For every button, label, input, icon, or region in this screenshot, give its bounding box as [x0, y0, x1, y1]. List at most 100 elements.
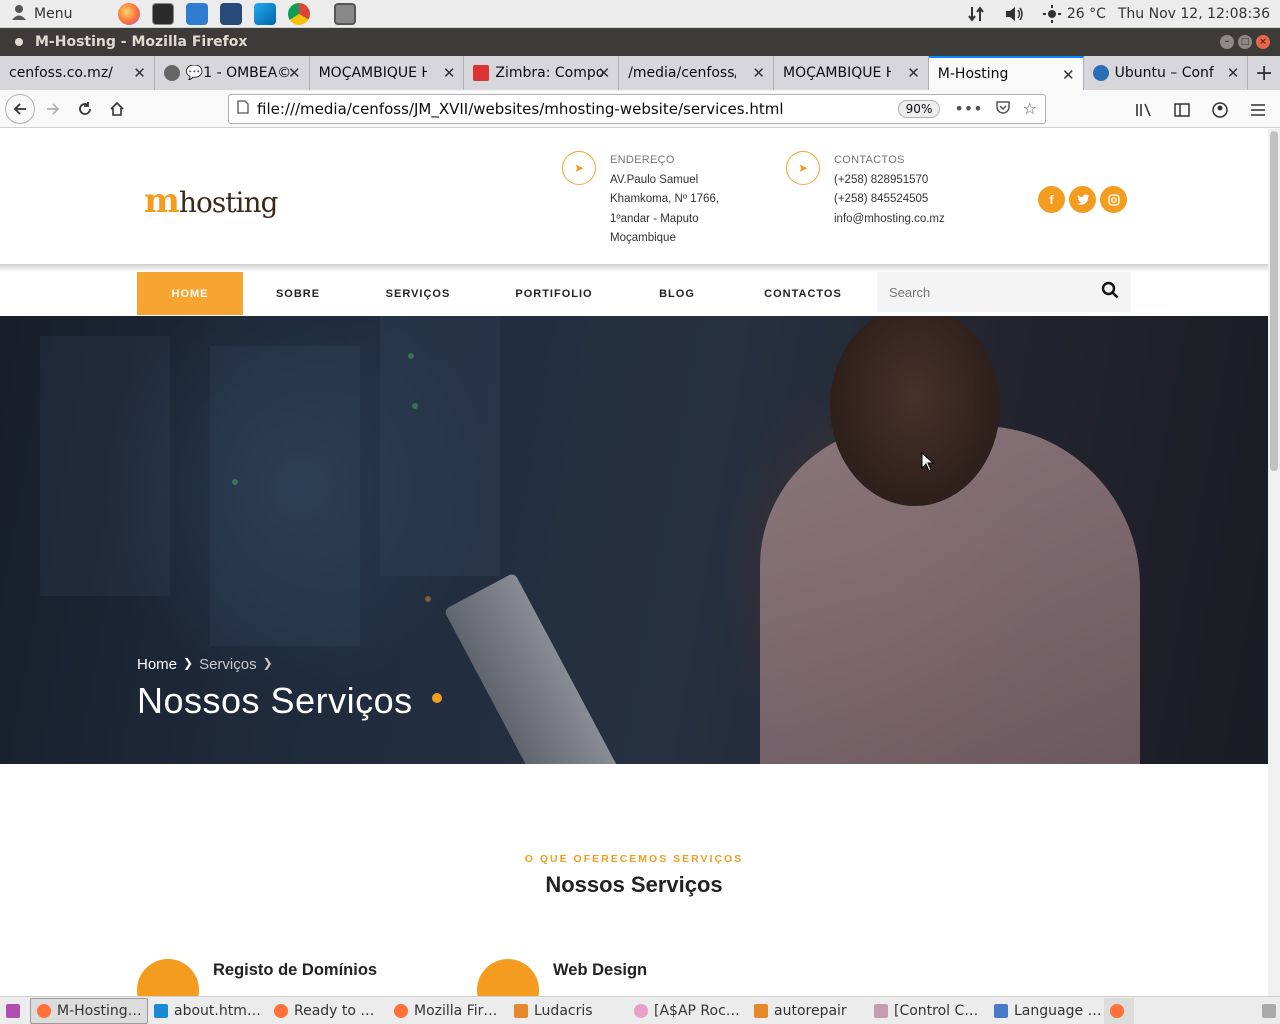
- tab-label: M-Hosting: [937, 66, 1009, 82]
- show-desktop-button[interactable]: [0, 998, 30, 1024]
- tab-ubuntu[interactable]: Ubuntu – Conf ✕: [1084, 56, 1249, 90]
- minimize-button[interactable]: –: [1220, 35, 1234, 49]
- url-text[interactable]: file:///media/cenfoss/JM_XVII/websites/m…: [257, 100, 898, 118]
- url-bar[interactable]: file:///media/cenfoss/JM_XVII/websites/m…: [228, 94, 1046, 124]
- image-editor-launcher[interactable]: [214, 0, 248, 28]
- taskbar-label: autorepair: [774, 1002, 847, 1019]
- home-button[interactable]: [101, 93, 133, 125]
- address-text: ENDEREÇO AV.Paulo Samuel Khamkoma, Nº 17…: [610, 151, 719, 249]
- firefox-icon: [37, 1003, 51, 1018]
- tab-media-folder[interactable]: /media/cenfoss/J ✕: [619, 56, 774, 90]
- nav-sobre[interactable]: SOBRE: [243, 272, 353, 315]
- taskbar-item[interactable]: [A$AP Roc…: [628, 998, 748, 1024]
- page-title: Nossos Serviços: [137, 680, 413, 721]
- tab-close-icon[interactable]: ✕: [443, 64, 456, 82]
- tab-cenfoss[interactable]: cenfoss.co.mz/ ✕: [0, 56, 155, 90]
- taskbar-label: [Control C…: [894, 1002, 979, 1019]
- clock[interactable]: Thu Nov 12, 12:08:36: [1118, 6, 1270, 22]
- terminal-launcher[interactable]: [146, 0, 180, 28]
- os-menu-button[interactable]: Menu: [0, 0, 82, 28]
- tab-label: cenfoss.co.mz/: [9, 65, 113, 81]
- tab-close-icon[interactable]: ✕: [1227, 64, 1240, 82]
- account-icon[interactable]: [1204, 94, 1236, 126]
- nav-portifolio[interactable]: PORTIFOLIO: [483, 272, 625, 315]
- tab-close-icon[interactable]: ✕: [1062, 66, 1075, 84]
- hamburger-menu-icon[interactable]: [1242, 94, 1274, 126]
- twitter-icon[interactable]: [1069, 186, 1096, 213]
- contacts-text: CONTACTOS (+258) 828951570 (+258) 845524…: [834, 151, 945, 229]
- facebook-icon[interactable]: f: [1038, 186, 1065, 213]
- taskbar-item[interactable]: about.htm…: [148, 998, 268, 1024]
- email-line[interactable]: info@mhosting.co.mz: [834, 210, 945, 230]
- taskbar-item[interactable]: Ready to …: [268, 998, 388, 1024]
- window-menu-icon[interactable]: [15, 38, 23, 46]
- chrome-launcher[interactable]: [282, 0, 316, 28]
- volume-icon[interactable]: [1001, 1, 1027, 27]
- mouse-cursor-icon: [921, 452, 935, 472]
- close-window-button[interactable]: ×: [1256, 35, 1270, 49]
- nav-contactos[interactable]: CONTACTOS: [729, 272, 877, 315]
- tab-close-icon[interactable]: ✕: [752, 64, 765, 82]
- taskbar-label: Language …: [1014, 1002, 1102, 1019]
- vscode-launcher[interactable]: [248, 0, 282, 28]
- tab-m-hosting[interactable]: M-Hosting ✕: [928, 56, 1084, 90]
- tab-mocambique-1[interactable]: MOÇAMBIQUE HO ✕: [310, 56, 465, 90]
- forward-button[interactable]: [37, 93, 69, 125]
- tab-close-icon[interactable]: ✕: [907, 64, 920, 82]
- service-card[interactable]: Registo de Domínios: [137, 959, 377, 996]
- service-title: Web Design: [553, 961, 648, 979]
- search-icon[interactable]: [1101, 281, 1119, 303]
- tab-close-icon[interactable]: ✕: [598, 64, 611, 82]
- system-monitor-launcher[interactable]: [180, 0, 214, 28]
- logo-text: hosting: [178, 186, 278, 219]
- tab-close-icon[interactable]: ✕: [133, 64, 146, 82]
- library-icon[interactable]: [1128, 94, 1160, 126]
- taskbar-item[interactable]: [Control C…: [868, 998, 988, 1024]
- page-info-icon[interactable]: [229, 100, 257, 118]
- back-button[interactable]: [5, 93, 35, 124]
- trash-button[interactable]: [1256, 998, 1280, 1024]
- tab-ombea[interactable]: 💬1 - OMBEA© ✕: [155, 56, 310, 90]
- tab-label: MOÇAMBIQUE HO: [782, 65, 891, 81]
- search-input[interactable]: [889, 284, 1089, 300]
- taskbar-item[interactable]: M-Hosting…: [30, 997, 148, 1024]
- location-arrow-icon: ➤: [786, 151, 820, 185]
- nav-home[interactable]: HOME: [137, 272, 243, 315]
- page-scrollbar[interactable]: [1268, 129, 1280, 996]
- tab-zimbra[interactable]: Zimbra: Compo ✕: [464, 56, 620, 90]
- breadcrumb-home[interactable]: Home: [137, 656, 177, 673]
- nav-servicos[interactable]: SERVIÇOS: [353, 272, 483, 315]
- new-tab-button[interactable]: +: [1248, 56, 1280, 90]
- taskbar-item[interactable]: Ludacris: [508, 998, 628, 1024]
- taskbar-item[interactable]: Language …: [988, 998, 1104, 1024]
- weather-icon[interactable]: [1039, 1, 1065, 27]
- scrollbar-thumb[interactable]: [1270, 131, 1278, 471]
- home-icon: [110, 101, 124, 116]
- site-logo[interactable]: mhosting: [144, 181, 278, 221]
- pocket-icon[interactable]: [995, 99, 1011, 119]
- location-arrow-icon: ➤: [562, 151, 596, 185]
- reload-button[interactable]: [69, 93, 101, 125]
- zoom-indicator[interactable]: 90%: [897, 100, 941, 118]
- instagram-icon[interactable]: [1100, 186, 1127, 213]
- chat-icon: [163, 65, 180, 81]
- tab-close-icon[interactable]: ✕: [288, 64, 301, 82]
- taskbar-item[interactable]: Mozilla Fir…: [388, 998, 508, 1024]
- firefox-launcher[interactable]: [112, 0, 146, 28]
- taskbar-item[interactable]: autorepair: [748, 998, 868, 1024]
- page-actions-icon[interactable]: •••: [954, 99, 982, 119]
- tab-mocambique-2[interactable]: MOÇAMBIQUE HO ✕: [774, 56, 929, 90]
- maximize-button[interactable]: □: [1238, 35, 1252, 49]
- network-icon[interactable]: [963, 1, 989, 27]
- site-header: mhosting ➤ ENDEREÇO AV.Paulo Samuel Kham…: [0, 129, 1268, 269]
- bookmark-star-icon[interactable]: ☆: [1023, 99, 1037, 119]
- nav-blog[interactable]: BLOG: [625, 272, 729, 315]
- taskbar-item-firefox[interactable]: [1104, 997, 1134, 1024]
- service-card[interactable]: Web Design: [477, 959, 647, 996]
- site-search: [877, 272, 1131, 312]
- address-line: Moçambique: [610, 232, 676, 244]
- service-title: Registo de Domínios: [213, 961, 378, 979]
- screenshot-launcher[interactable]: [328, 0, 362, 28]
- forward-arrow-icon: [47, 102, 60, 115]
- sidebar-icon[interactable]: [1166, 94, 1198, 126]
